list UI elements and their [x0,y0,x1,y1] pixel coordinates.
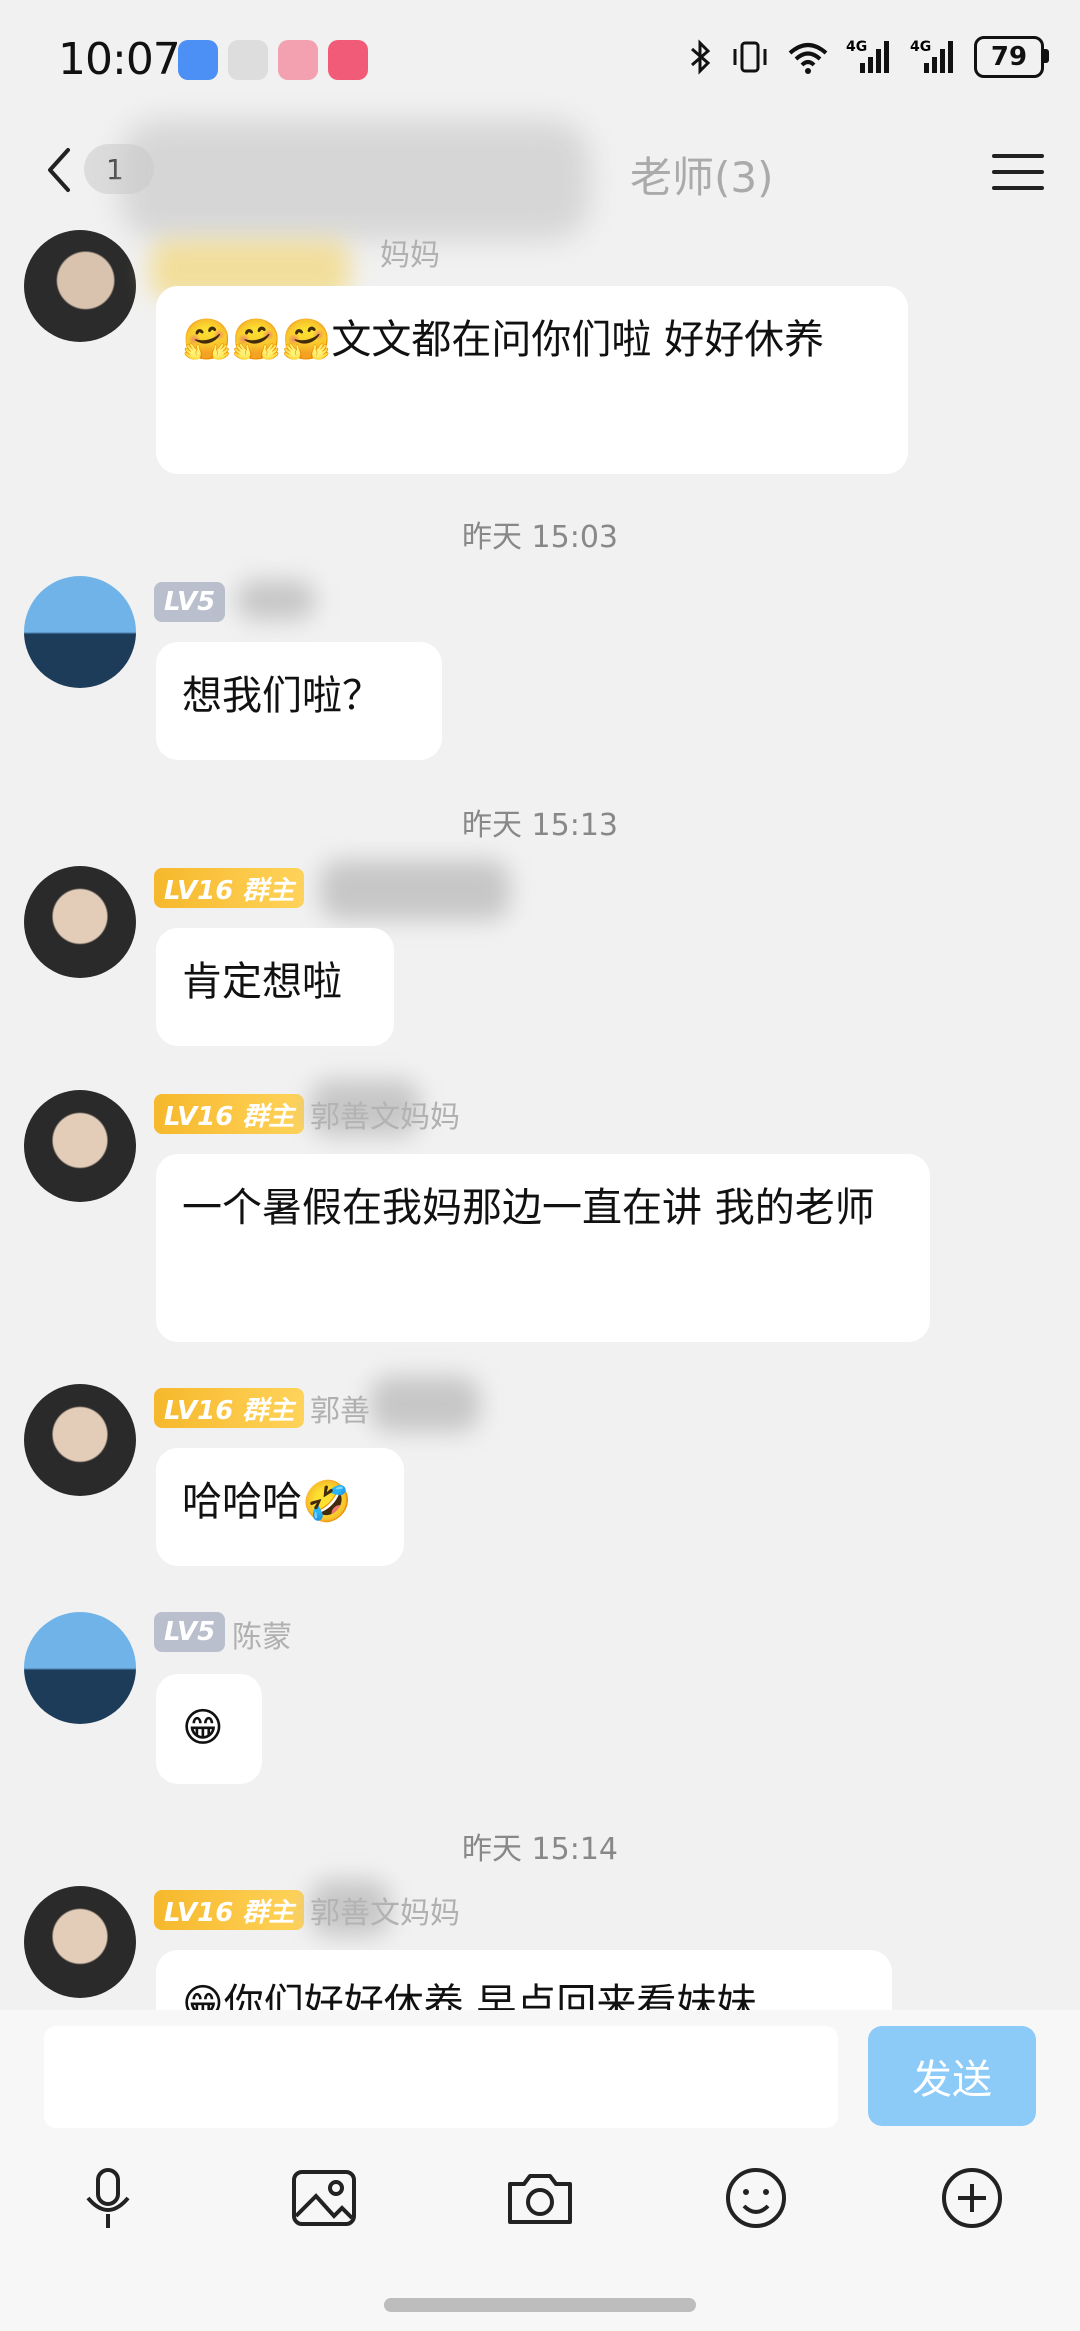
avatar[interactable] [24,576,136,688]
status-bar: 10:07 4G 4G 79 [0,0,1080,120]
battery-indicator: 79 [974,36,1049,78]
svg-text:4G: 4G [846,39,867,55]
signal-4g-icon: 4G [910,39,953,73]
timestamp: 昨天 15:13 [462,808,618,843]
level-badge: LV16 群主 [154,1094,305,1134]
navigation-app-icon [228,40,268,80]
notification-icons [178,40,368,80]
microphone-icon[interactable] [68,2158,148,2238]
emoji-icon[interactable] [716,2158,796,2238]
image-icon[interactable] [284,2158,364,2238]
avatar[interactable] [24,1886,136,1998]
camera-icon[interactable] [500,2158,580,2238]
message-list[interactable]: 妈妈 🤗🤗🤗文文都在问你们啦 好好休养 昨天 15:03 LV5 想我们啦？ 昨… [0,220,1080,2010]
timestamp: 昨天 15:03 [462,520,618,555]
timestamp: 昨天 15:14 [462,1832,618,1867]
message-bubble[interactable]: 肯定想啦 [156,928,394,1046]
message-input[interactable] [44,2026,838,2128]
add-icon[interactable] [932,2158,1012,2238]
sender-name: 郭善 [310,1394,370,1429]
avatar[interactable] [24,230,136,342]
avatar[interactable] [24,1384,136,1496]
level-badge: LV16 群主 [154,1388,305,1428]
level-badge: LV16 群主 [154,868,305,908]
xiaohongshu-app-icon [328,40,368,80]
avatar[interactable] [24,1612,136,1724]
vibrate-icon [733,41,767,73]
message-app-icon [178,40,218,80]
message-bubble[interactable]: 😁你们好好休养 早点回来看妹妹 [156,1950,892,2010]
signal-4g-icon: 4G [846,39,889,73]
sender-name: 妈妈 [380,238,440,273]
wifi-icon [788,43,828,74]
input-area: 发送 [0,2010,1080,2331]
avatar[interactable] [24,866,136,978]
send-button[interactable]: 发送 [868,2026,1036,2126]
system-icons: 4G 4G 79 [688,36,1049,78]
level-badge: LV16 群主 [154,1890,305,1930]
message-bubble[interactable]: 想我们啦？ [156,642,442,760]
bluetooth-icon [691,39,711,75]
svg-text:4G: 4G [910,39,931,55]
message-bubble[interactable]: 哈哈哈🤣 [156,1448,404,1566]
status-time: 10:07 [58,34,181,85]
level-badge: LV5 [154,1612,226,1652]
message-bubble[interactable]: 🤗🤗🤗文文都在问你们啦 好好休养 [156,286,908,474]
menu-icon[interactable] [988,142,1048,202]
sender-name: 陈蒙 [232,1620,292,1655]
level-badge: LV5 [154,582,226,622]
shopping-app-icon [278,40,318,80]
back-icon[interactable] [32,140,92,200]
group-title: 老师(3) [630,153,774,202]
message-bubble[interactable]: 😁 [156,1674,262,1784]
avatar[interactable] [24,1090,136,1202]
home-indicator[interactable] [384,2298,696,2312]
message-bubble[interactable]: 一个暑假在我妈那边一直在讲 我的老师 [156,1154,930,1342]
chat-header: 1 老师(3) [0,120,1080,240]
